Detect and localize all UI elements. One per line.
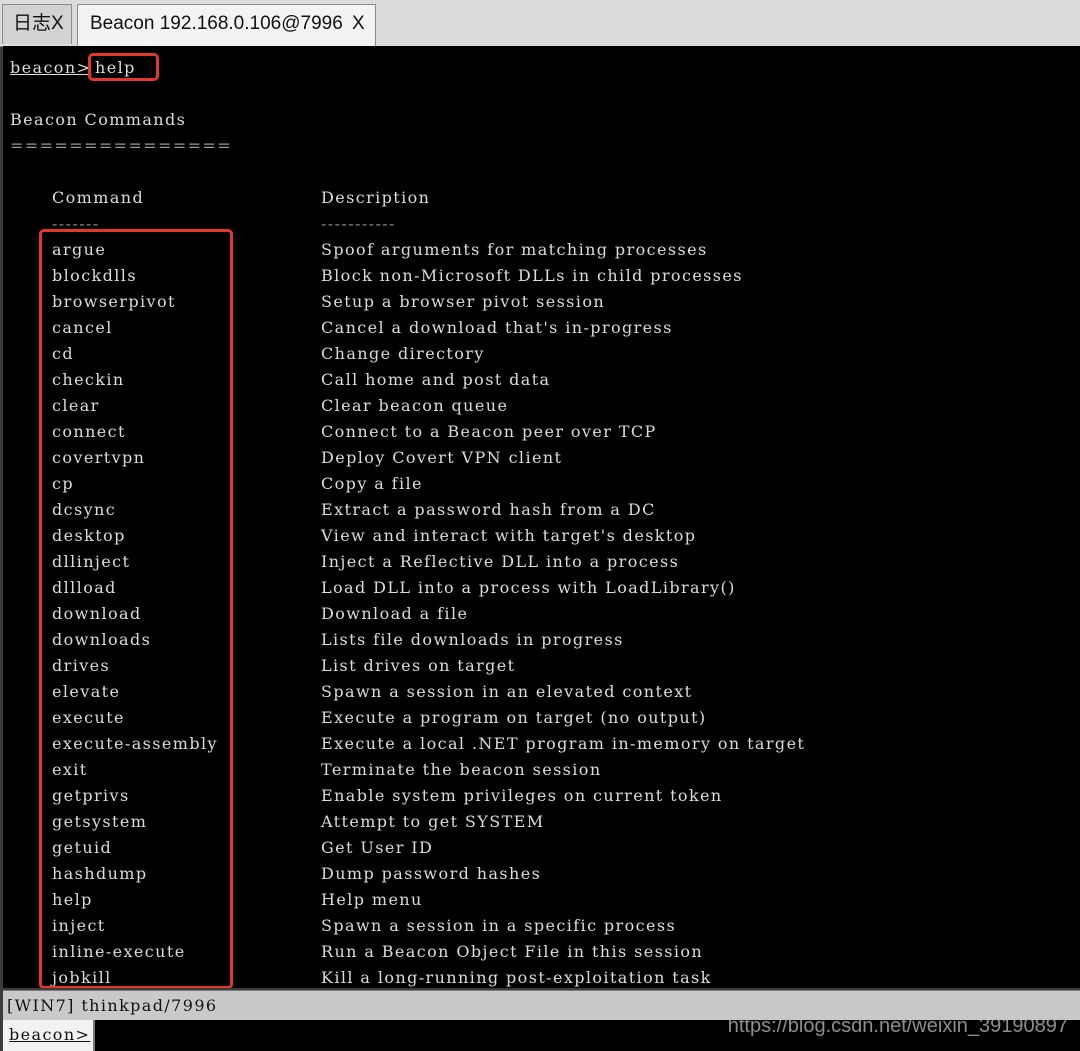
column-header-command: Command [52,188,145,207]
status-text: [WIN7] thinkpad/7996 [7,996,218,1015]
command-description: Attempt to get SYSTEM [321,812,545,831]
command-description: Call home and post data [321,370,551,389]
command-list-highlight [39,229,233,988]
command-description: Execute a program on target (no output) [321,708,707,727]
input-prompt-box: beacon> [3,1020,95,1051]
command-description: Terminate the beacon session [321,760,602,779]
heading-rule: =============== [10,136,233,155]
command-description: List drives on target [321,656,516,675]
close-icon[interactable]: X [352,5,365,43]
command-description: Help menu [321,890,423,909]
command-description: Deploy Covert VPN client [321,448,563,467]
input-prompt: beacon> [9,1025,91,1044]
watermark: https://blog.csdn.net/weixin_39190897 [727,1015,1068,1037]
command-description: View and interact with target's desktop [321,526,697,545]
command-description: Get User ID [321,838,434,857]
command-description: Kill a long-running post-exploitation ta… [321,968,712,987]
command-description: Connect to a Beacon peer over TCP [321,422,657,441]
column-header-description: Description [321,188,431,207]
terminal-output[interactable]: beacon> help Beacon Commands ===========… [3,46,1080,988]
command-highlight [88,53,159,81]
command-description: Lists file downloads in progress [321,630,624,649]
command-description: Setup a browser pivot session [321,292,606,311]
tab-beacon[interactable]: Beacon 192.168.0.106@7996 X [77,4,376,46]
command-description: Load DLL into a process with LoadLibrary… [321,578,736,597]
command-description: Clear beacon queue [321,396,509,415]
command-description: Copy a file [321,474,423,493]
command-description: Dump password hashes [321,864,542,883]
command-description: Execute a local .NET program in-memory o… [321,734,806,753]
console-prompt: beacon> [10,58,92,77]
command-description: Inject a Reflective DLL into a process [321,552,680,571]
tab-log[interactable]: 日志X [2,4,72,44]
command-description: Spawn a session in a specific process [321,916,677,935]
column-rule-description: ----------- [321,214,396,233]
tab-beacon-label: Beacon 192.168.0.106@7996 [90,13,343,34]
tab-log-label: 日志X [13,13,64,34]
command-description: Download a file [321,604,469,623]
command-description: Cancel a download that's in-progress [321,318,673,337]
commands-heading: Beacon Commands [10,110,187,129]
command-description: Change directory [321,344,485,363]
command-description: Enable system privileges on current toke… [321,786,723,805]
command-description: Extract a password hash from a DC [321,500,656,519]
command-description: Spoof arguments for matching processes [321,240,708,259]
command-description: Block non-Microsoft DLLs in child proces… [321,266,743,285]
tab-bar: 日志X Beacon 192.168.0.106@7996 X [0,0,1080,47]
command-description: Spawn a session in an elevated context [321,682,693,701]
command-description: Run a Beacon Object File in this session [321,942,704,961]
